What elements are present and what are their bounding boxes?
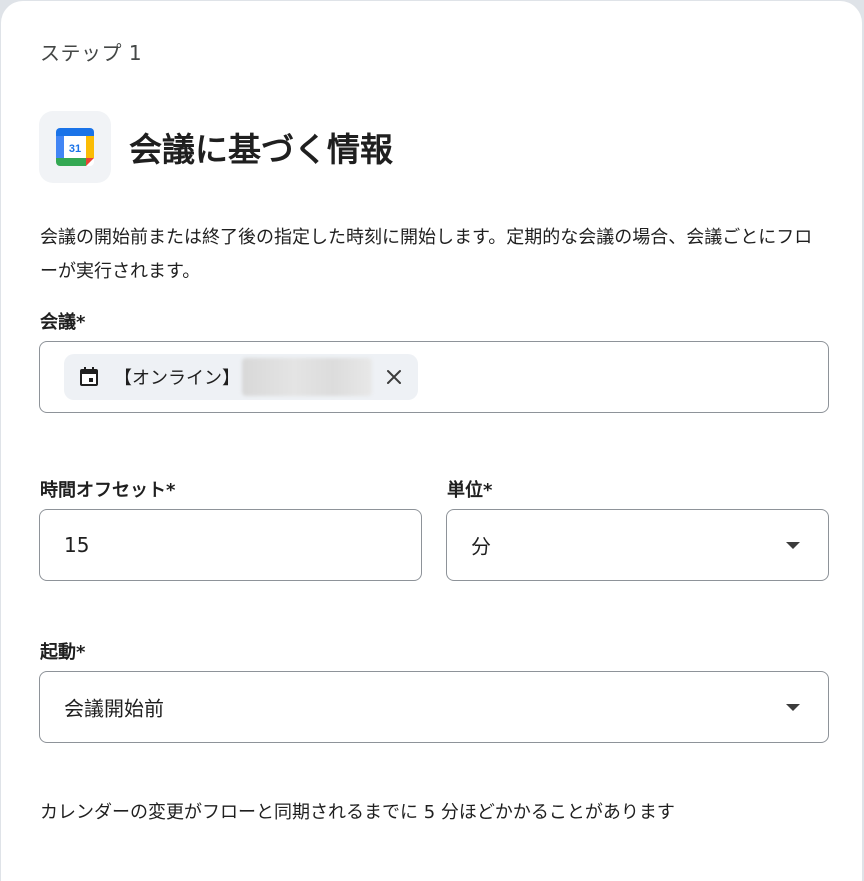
sync-note: カレンダーの変更がフローと同期されるまでに 5 分ほどかかることがあります	[40, 802, 675, 823]
meeting-field[interactable]: 【オンライン】	[39, 341, 829, 413]
time-offset-input[interactable]: 15	[39, 509, 422, 581]
trigger-value: 会議開始前	[64, 696, 164, 721]
google-calendar-icon: 31	[39, 111, 111, 183]
trigger-label: 起動*	[40, 642, 86, 663]
unit-select[interactable]: 分	[446, 509, 829, 581]
time-offset-value: 15	[64, 533, 90, 557]
redacted-meeting-name	[242, 358, 372, 396]
trigger-select[interactable]: 会議開始前	[39, 671, 829, 743]
description-text: 会議の開始前または終了後の指定した時刻に開始します。定期的な会議の場合、会議ごと…	[40, 227, 813, 282]
unit-label: 単位*	[447, 480, 493, 501]
svg-text:31: 31	[69, 143, 81, 155]
dropdown-arrow-icon	[786, 542, 800, 549]
dropdown-arrow-icon	[786, 704, 800, 711]
unit-value: 分	[471, 534, 491, 559]
meeting-label: 会議*	[40, 312, 86, 333]
time-offset-label: 時間オフセット*	[40, 480, 176, 501]
meeting-chip[interactable]: 【オンライン】	[64, 354, 418, 400]
page-title: 会議に基づく情報	[129, 130, 393, 169]
meeting-chip-label: 【オンライン】	[114, 368, 240, 389]
step-label: ステップ 1	[40, 41, 143, 65]
close-icon[interactable]	[382, 365, 406, 389]
step-card: ステップ 1 31 会議に基づく情報 会議の開始前または終了後の指定した時刻に開…	[1, 1, 862, 881]
calendar-event-icon	[78, 366, 100, 388]
